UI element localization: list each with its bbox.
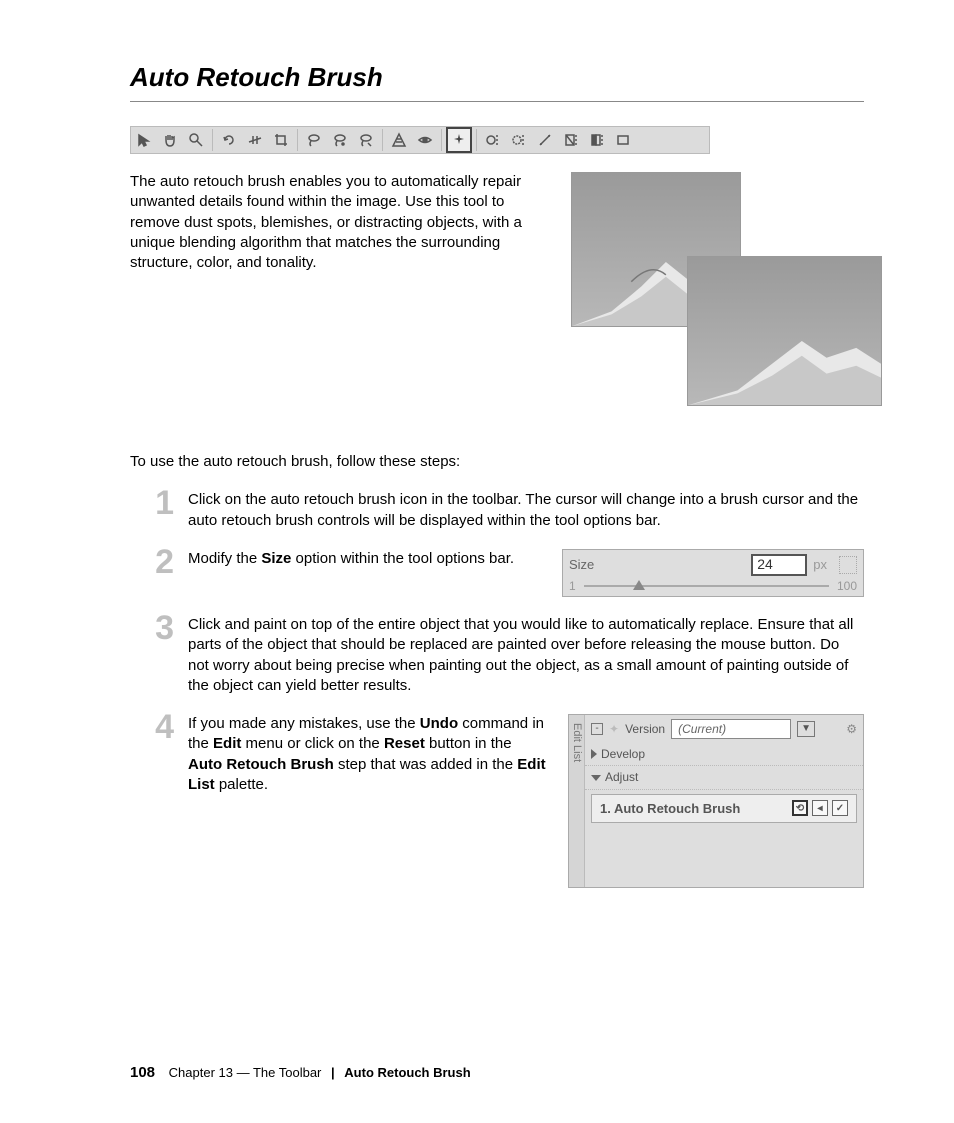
pointer-icon[interactable] bbox=[132, 128, 156, 152]
intro-paragraph: The auto retouch brush enables you to au… bbox=[130, 172, 541, 273]
zoom-icon[interactable] bbox=[184, 128, 208, 152]
page-footer: 108 Chapter 13 — The Toolbar | Auto Reto… bbox=[130, 1063, 471, 1083]
enable-step-icon[interactable]: ✓ bbox=[832, 800, 848, 816]
dropdown-arrow-icon[interactable]: ▼ bbox=[797, 721, 815, 737]
size-options-panel: Size 24 px 1 100 bbox=[562, 549, 864, 597]
toggle-step-icon[interactable]: ◂ bbox=[812, 800, 828, 816]
edit-list-tab[interactable]: Edit List bbox=[569, 715, 585, 887]
step-number-1: 1 bbox=[150, 486, 174, 531]
gradient-icon[interactable] bbox=[387, 128, 411, 152]
adjust2-icon[interactable] bbox=[507, 128, 531, 152]
edit-list-panel: Edit List - ✦ Version (Current) ▼ ⚙ Deve… bbox=[568, 714, 864, 888]
example-images bbox=[571, 172, 864, 412]
size-unit: px bbox=[813, 556, 827, 574]
page-number: 108 bbox=[130, 1064, 155, 1081]
toolbar bbox=[130, 126, 710, 154]
adjust3-icon[interactable] bbox=[533, 128, 557, 152]
gear-icon[interactable]: ⚙ bbox=[846, 721, 857, 737]
step-number-2: 2 bbox=[150, 545, 174, 597]
step-number-3: 3 bbox=[150, 611, 174, 696]
edit-step-auto-retouch[interactable]: 1. Auto Retouch Brush ⟲ ◂ ✓ bbox=[591, 794, 857, 824]
crop-icon[interactable] bbox=[269, 128, 293, 152]
step-4-text: If you made any mistakes, use the Undo c… bbox=[188, 714, 548, 795]
rotate-icon[interactable] bbox=[217, 128, 241, 152]
step-2-text: Modify the Size option within the tool o… bbox=[188, 549, 514, 569]
reset-step-icon[interactable]: ⟲ bbox=[792, 800, 808, 816]
sparkle-icon[interactable]: ✦ bbox=[609, 721, 619, 737]
lasso2-icon[interactable] bbox=[328, 128, 352, 152]
hand-icon[interactable] bbox=[158, 128, 182, 152]
adjust-row[interactable]: Adjust bbox=[585, 766, 863, 789]
size-slider[interactable] bbox=[584, 585, 829, 587]
size-min: 1 bbox=[569, 578, 576, 594]
auto-retouch-brush-icon[interactable] bbox=[446, 127, 472, 153]
adjust1-icon[interactable] bbox=[481, 128, 505, 152]
straighten-icon[interactable] bbox=[243, 128, 267, 152]
version-dropdown[interactable]: (Current) bbox=[671, 719, 791, 739]
adjust5-icon[interactable] bbox=[585, 128, 609, 152]
lasso3-icon[interactable] bbox=[354, 128, 378, 152]
size-label: Size bbox=[569, 556, 594, 574]
page-title: Auto Retouch Brush bbox=[130, 60, 864, 102]
step-number-4: 4 bbox=[150, 710, 174, 888]
size-reset-icon[interactable] bbox=[839, 556, 857, 574]
adjust6-icon[interactable] bbox=[611, 128, 635, 152]
step-1-text: Click on the auto retouch brush icon in … bbox=[188, 490, 864, 531]
after-image bbox=[687, 256, 882, 406]
develop-row[interactable]: Develop bbox=[585, 743, 863, 766]
size-input[interactable]: 24 bbox=[751, 554, 807, 576]
steps-intro: To use the auto retouch brush, follow th… bbox=[130, 452, 864, 472]
step-3-text: Click and paint on top of the entire obj… bbox=[188, 615, 864, 696]
lasso1-icon[interactable] bbox=[302, 128, 326, 152]
eye-icon[interactable] bbox=[413, 128, 437, 152]
collapse-icon[interactable]: - bbox=[591, 723, 603, 735]
adjust4-icon[interactable] bbox=[559, 128, 583, 152]
size-max: 100 bbox=[837, 578, 857, 594]
version-label: Version bbox=[625, 721, 665, 737]
